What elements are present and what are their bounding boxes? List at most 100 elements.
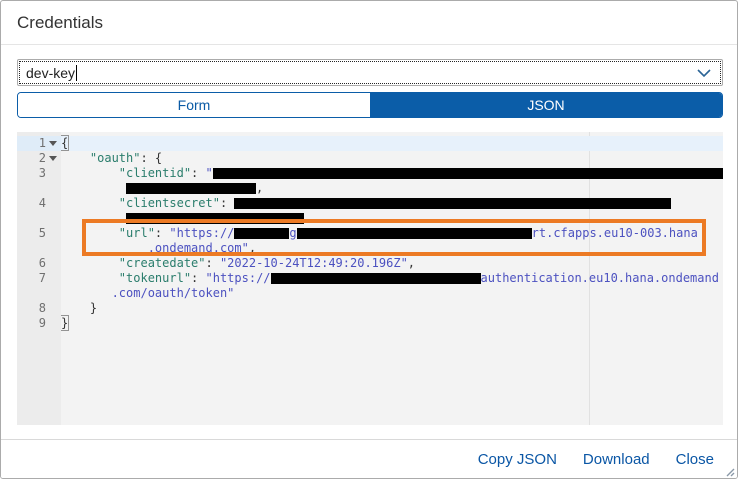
gutter-row: 7 [17, 271, 61, 286]
line-number: 8 [39, 301, 46, 316]
redaction-bar [126, 213, 304, 224]
key-name-combobox[interactable]: dev-key [17, 59, 723, 86]
gutter-row [17, 241, 61, 256]
code-line[interactable]: , [61, 181, 723, 196]
code-token: , [256, 181, 263, 195]
redaction-bar [234, 198, 671, 209]
code-token: : [206, 256, 220, 270]
line-number: 4 [39, 196, 46, 211]
gutter-row: 6 [17, 256, 61, 271]
fold-slot [46, 256, 59, 271]
redaction-bar [234, 228, 289, 239]
code-token [61, 211, 126, 225]
code-line[interactable]: { [61, 136, 723, 151]
code-token: "url" [119, 226, 155, 240]
code-token: , [408, 256, 415, 270]
code-token [61, 271, 119, 285]
close-button[interactable]: Close [676, 449, 714, 470]
redaction-bar [297, 228, 532, 239]
gutter-row: 3 [17, 166, 61, 181]
line-number: 1 [39, 136, 46, 151]
code-token: } [61, 316, 68, 330]
combobox-value: dev-key [26, 65, 75, 81]
fold-slot [46, 211, 59, 226]
line-number: 6 [39, 256, 46, 271]
code-token: "createdate" [119, 256, 206, 270]
line-number: 5 [39, 226, 46, 241]
line-number: 3 [39, 166, 46, 181]
chevron-down-icon[interactable] [695, 65, 713, 81]
fold-slot [46, 286, 59, 301]
code-token: .ondemand.com" [148, 241, 249, 255]
gutter-row: 1 [17, 136, 61, 151]
fold-slot [46, 301, 59, 316]
fold-toggle-icon[interactable] [46, 151, 59, 166]
redaction-bar [126, 183, 256, 194]
code-token: authentication.eu10.hana.ondemand [481, 271, 719, 285]
code-token [61, 286, 112, 300]
code-editor[interactable]: 123456789 { "oauth": { "clientid": " , "… [17, 132, 723, 425]
code-token [61, 241, 148, 255]
redaction-bar [213, 168, 723, 179]
gutter-row [17, 211, 61, 226]
fold-slot [46, 166, 59, 181]
fold-toggle-icon[interactable] [46, 136, 59, 151]
code-token: } [90, 301, 97, 315]
text-cursor [76, 65, 77, 81]
code-token: { [61, 136, 68, 150]
dialog-title: Credentials [17, 13, 103, 33]
code-token: : [191, 271, 205, 285]
code-token: "clientid" [119, 166, 191, 180]
code-token: "https:// [206, 271, 271, 285]
tab-form[interactable]: Form [18, 93, 370, 117]
code-token [61, 301, 90, 315]
code-token: : { [140, 151, 162, 165]
code-line[interactable] [61, 211, 723, 226]
gutter-row: 2 [17, 151, 61, 166]
view-toggle: Form JSON [17, 92, 723, 118]
gutter-row: 8 [17, 301, 61, 316]
fold-slot [46, 241, 59, 256]
gutter-row: 9 [17, 316, 61, 331]
code-token [61, 181, 126, 195]
line-number: 9 [39, 316, 46, 331]
code-line[interactable]: } [61, 316, 723, 331]
dialog-footer: Copy JSON Download Close [1, 439, 737, 478]
code-line[interactable]: .com/oauth/token" [61, 286, 723, 301]
code-token: "clientsecret" [119, 196, 220, 210]
fold-slot [46, 316, 59, 331]
gutter-row [17, 286, 61, 301]
code-token [61, 166, 119, 180]
code-line[interactable]: "clientsecret": [61, 196, 723, 211]
fold-slot [46, 196, 59, 211]
code-token: " [206, 166, 213, 180]
code-token: rt.cfapps.eu10-003.hana [532, 226, 698, 240]
code-token: "tokenurl" [119, 271, 191, 285]
line-number: 7 [39, 271, 46, 286]
code-token [61, 256, 119, 270]
code-line[interactable]: "clientid": " [61, 166, 723, 181]
code-line[interactable]: } [61, 301, 723, 316]
code-line[interactable]: .ondemand.com", [61, 241, 723, 256]
code-token: .com/oauth/token" [112, 286, 235, 300]
code-line[interactable]: "url": "https://grt.cfapps.eu10-003.hana [61, 226, 723, 241]
code-line[interactable]: "tokenurl": "https:// authentication.eu10… [61, 271, 723, 286]
copy-json-button[interactable]: Copy JSON [478, 449, 557, 470]
gutter-row: 4 [17, 196, 61, 211]
code-token: : [155, 226, 169, 240]
code-token: "oauth" [90, 151, 141, 165]
code-line[interactable]: "createdate": "2022-10-24T12:49:20.196Z"… [61, 256, 723, 271]
fold-slot [46, 226, 59, 241]
resize-grip-icon[interactable] [723, 464, 735, 476]
code-rows[interactable]: { "oauth": { "clientid": " , "clientsecr… [61, 132, 723, 425]
fold-slot [46, 181, 59, 196]
credentials-dialog: Credentials dev-key Form JSON 123456789 … [0, 0, 738, 479]
code-token [61, 196, 119, 210]
redaction-bar [271, 273, 481, 284]
tab-json[interactable]: JSON [370, 93, 722, 117]
code-line[interactable]: "oauth": { [61, 151, 723, 166]
line-number: 2 [39, 151, 46, 166]
code-token: , [249, 241, 256, 255]
gutter-row: 5 [17, 226, 61, 241]
download-button[interactable]: Download [583, 449, 650, 470]
